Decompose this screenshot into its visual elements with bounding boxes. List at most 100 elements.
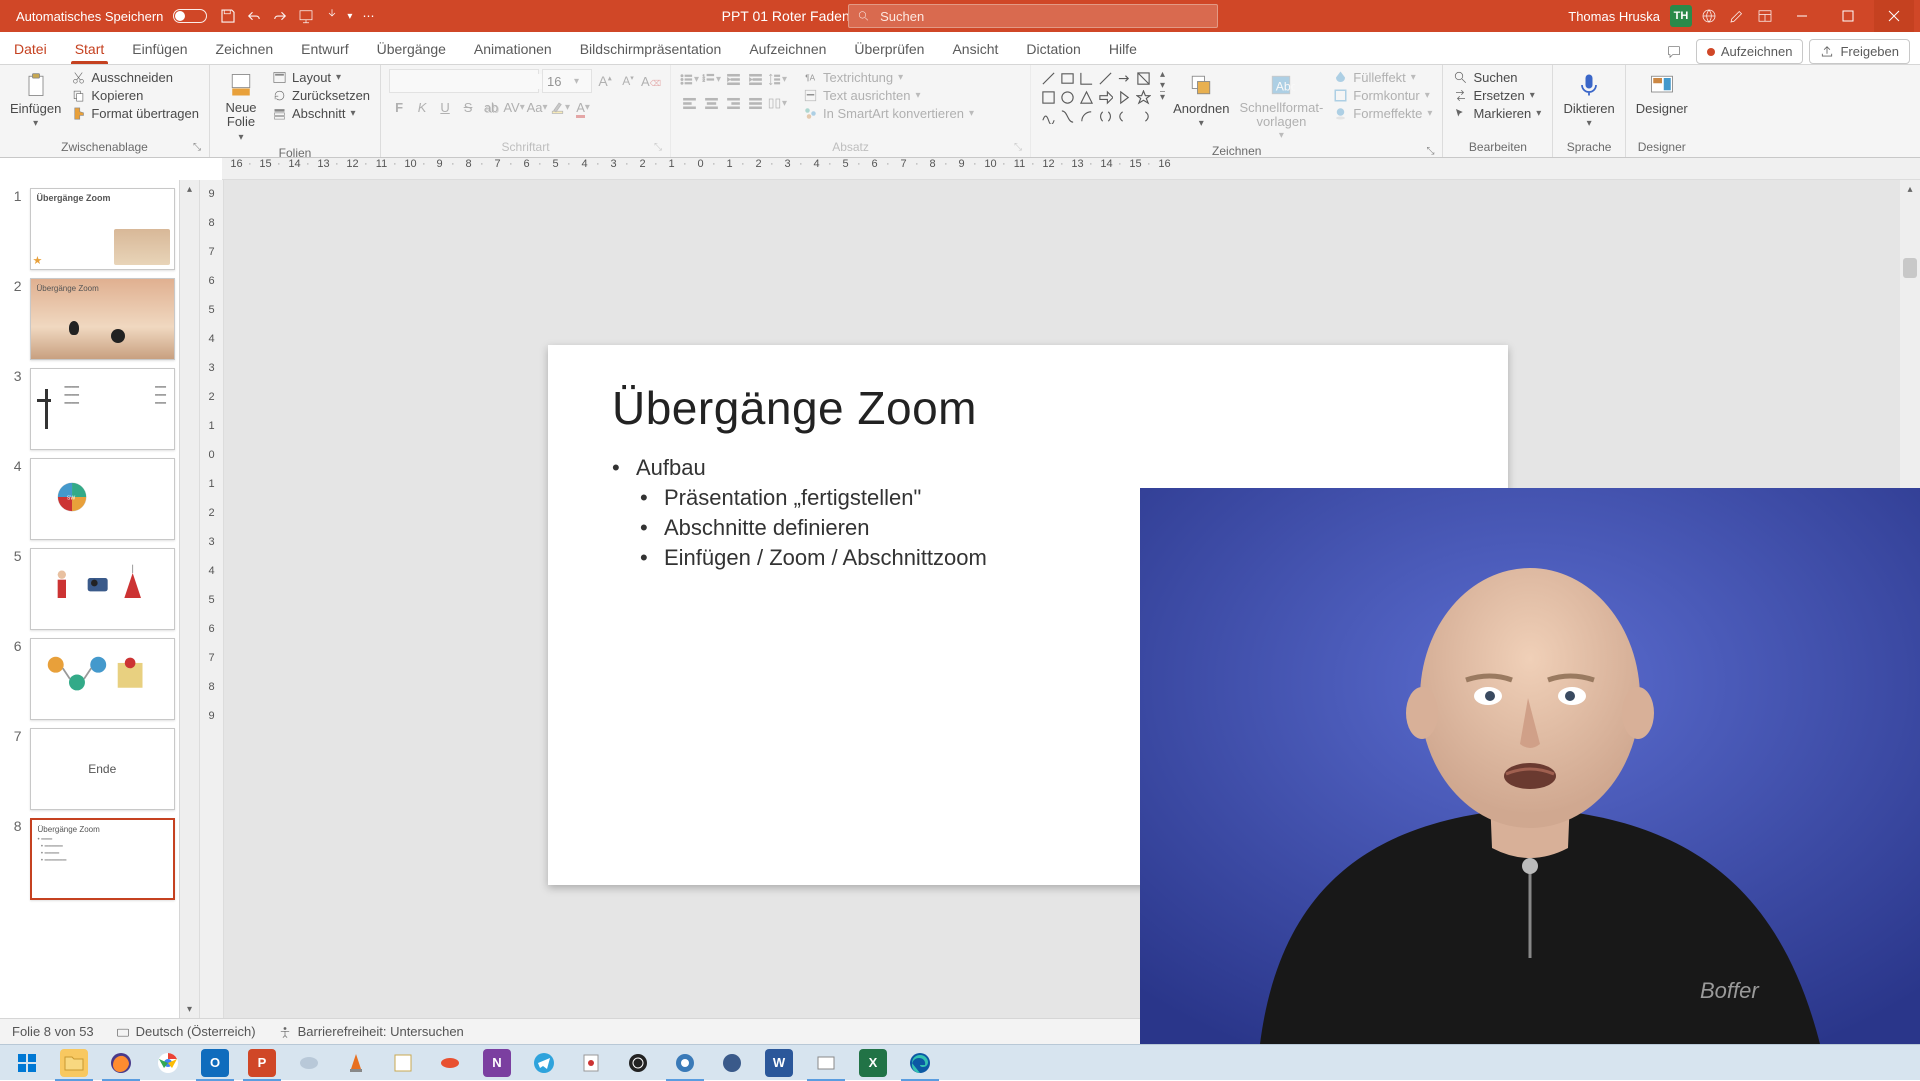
align-left-button[interactable] xyxy=(679,93,699,113)
thumbnail-7[interactable]: 7Ende xyxy=(8,728,175,810)
qat-overflow[interactable]: ⋯ xyxy=(362,9,374,23)
increase-indent-button[interactable] xyxy=(745,69,765,89)
taskbar-powerpoint[interactable]: P xyxy=(239,1045,285,1081)
align-center-button[interactable] xyxy=(701,93,721,113)
thumbnail-1[interactable]: 1Übergänge Zoom★ xyxy=(8,188,175,270)
minimize-button[interactable] xyxy=(1782,0,1822,32)
highlight-button[interactable]: ▾ xyxy=(550,97,570,117)
align-text-button[interactable]: Text ausrichten ▾ xyxy=(801,87,976,104)
numbering-button[interactable]: 12▾ xyxy=(701,69,721,89)
tab-design[interactable]: Entwurf xyxy=(287,34,362,64)
shapes-gallery[interactable] xyxy=(1039,69,1152,125)
user-avatar[interactable]: TH xyxy=(1670,5,1692,27)
strikethrough-button[interactable]: S xyxy=(458,97,478,117)
line-spacing-button[interactable]: ▾ xyxy=(767,69,787,89)
slide-counter[interactable]: Folie 8 von 53 xyxy=(12,1024,94,1039)
dictate-button[interactable]: Diktieren▾ xyxy=(1561,69,1616,131)
scroll-down-icon[interactable]: ▾ xyxy=(180,1000,200,1018)
tab-review[interactable]: Überprüfen xyxy=(840,34,938,64)
comments-button[interactable] xyxy=(1658,40,1690,64)
taskbar-word[interactable]: W xyxy=(756,1045,802,1081)
share-button[interactable]: Freigeben xyxy=(1809,39,1910,64)
grow-font-button[interactable]: A▴ xyxy=(595,71,615,91)
shape-fill-button[interactable]: Fülleffekt ▾ xyxy=(1331,69,1434,86)
columns-button[interactable]: ▾ xyxy=(767,93,787,113)
taskbar-app-6[interactable] xyxy=(662,1045,708,1081)
reset-button[interactable]: Zurücksetzen xyxy=(270,87,372,104)
scroll-up-icon[interactable]: ▴ xyxy=(180,180,200,198)
thumbnail-4[interactable]: 4SW xyxy=(8,458,175,540)
font-color-button[interactable]: A▾ xyxy=(573,97,593,117)
copy-button[interactable]: Kopieren xyxy=(69,87,201,104)
thumbnail-8[interactable]: 8Übergänge Zoom• ━━━ • ━━━━━ • ━━━━ • ━━… xyxy=(8,818,175,900)
thumbnail-3[interactable]: 3━━━━━━━━━━━━━━━━━━━━━ xyxy=(8,368,175,450)
undo-icon[interactable] xyxy=(243,5,265,27)
layout-button[interactable]: Layout ▾ xyxy=(270,69,372,86)
section-button[interactable]: Abschnitt ▾ xyxy=(270,105,372,122)
thumbnail-5[interactable]: 5 xyxy=(8,548,175,630)
thumbnail-2[interactable]: 2Übergänge Zoom xyxy=(8,278,175,360)
window-layout-icon[interactable] xyxy=(1754,5,1776,27)
tab-start[interactable]: Start xyxy=(61,34,119,64)
tab-file[interactable]: Datei xyxy=(0,34,61,64)
search-box[interactable] xyxy=(848,4,1218,28)
format-painter-button[interactable]: Format übertragen xyxy=(69,105,201,122)
shrink-font-button[interactable]: A▾ xyxy=(618,71,638,91)
find-button[interactable]: Suchen xyxy=(1451,69,1543,86)
clipboard-launcher[interactable]: ⤡ xyxy=(193,142,201,153)
taskbar-onenote[interactable]: N xyxy=(474,1045,520,1081)
stage-scroll-up[interactable]: ▴ xyxy=(1900,180,1920,198)
language-indicator[interactable]: Deutsch (Österreich) xyxy=(116,1024,256,1039)
search-input[interactable] xyxy=(880,9,1209,24)
shape-effects-button[interactable]: Formeffekte ▾ xyxy=(1331,105,1434,122)
taskbar-edge[interactable] xyxy=(897,1045,943,1081)
taskbar-app-8[interactable] xyxy=(803,1045,849,1081)
decrease-indent-button[interactable] xyxy=(723,69,743,89)
tab-slideshow[interactable]: Bildschirmpräsentation xyxy=(566,34,736,64)
autosave-toggle[interactable] xyxy=(173,9,207,23)
close-button[interactable] xyxy=(1874,0,1914,32)
taskbar-app-5[interactable] xyxy=(615,1045,661,1081)
change-case-button[interactable]: Aa▾ xyxy=(527,97,547,117)
char-spacing-button[interactable]: AV▾ xyxy=(504,97,524,117)
redo-icon[interactable] xyxy=(269,5,291,27)
font-launcher[interactable]: ⤡ xyxy=(654,142,662,153)
tab-transitions[interactable]: Übergänge xyxy=(363,34,460,64)
tab-view[interactable]: Ansicht xyxy=(938,34,1012,64)
accessibility-check[interactable]: Barrierefreiheit: Untersuchen xyxy=(278,1024,464,1039)
shape-outline-button[interactable]: Formkontur ▾ xyxy=(1331,87,1434,104)
start-button[interactable] xyxy=(4,1045,50,1081)
underline-button[interactable]: U xyxy=(435,97,455,117)
pen-icon[interactable] xyxy=(1726,5,1748,27)
taskbar-vlc[interactable] xyxy=(333,1045,379,1081)
convert-smartart-button[interactable]: In SmartArt konvertieren ▾ xyxy=(801,105,976,122)
bold-button[interactable]: F xyxy=(389,97,409,117)
globe-icon[interactable] xyxy=(1698,5,1720,27)
tab-help[interactable]: Hilfe xyxy=(1095,34,1151,64)
quick-styles-button[interactable]: Abc Schnellformat- vorlagen▾ xyxy=(1237,69,1325,143)
shapes-more[interactable]: ▴ xyxy=(1160,69,1165,80)
shapes-expand[interactable]: ▾ xyxy=(1160,91,1165,103)
arrange-button[interactable]: Anordnen▾ xyxy=(1171,69,1231,131)
touch-mode-icon[interactable] xyxy=(321,5,343,27)
clear-format-button[interactable]: A⌫ xyxy=(641,71,661,91)
scroll-thumb[interactable] xyxy=(1903,258,1917,278)
text-direction-button[interactable]: ¶ATextrichtung ▾ xyxy=(801,69,976,86)
align-right-button[interactable] xyxy=(723,93,743,113)
paste-button[interactable]: Einfügen ▾ xyxy=(8,69,63,131)
designer-button[interactable]: Designer xyxy=(1634,69,1690,118)
draw-launcher[interactable]: ⤡ xyxy=(1426,146,1434,157)
taskbar-app-7[interactable] xyxy=(709,1045,755,1081)
new-slide-button[interactable]: Neue Folie ▾ xyxy=(218,69,264,145)
thumbnail-scrollbar[interactable]: ▴ ▾ xyxy=(179,180,199,1018)
thumbnail-6[interactable]: 6 xyxy=(8,638,175,720)
bullets-button[interactable]: ▾ xyxy=(679,69,699,89)
qat-caret[interactable]: ▾ xyxy=(347,11,352,22)
taskbar-app-3[interactable] xyxy=(427,1045,473,1081)
paragraph-launcher[interactable]: ⤡ xyxy=(1014,142,1022,153)
taskbar-telegram[interactable] xyxy=(521,1045,567,1081)
present-start-icon[interactable] xyxy=(295,5,317,27)
replace-button[interactable]: Ersetzen ▾ xyxy=(1451,87,1543,104)
tab-record[interactable]: Aufzeichnen xyxy=(735,34,840,64)
taskbar-explorer[interactable] xyxy=(51,1045,97,1081)
